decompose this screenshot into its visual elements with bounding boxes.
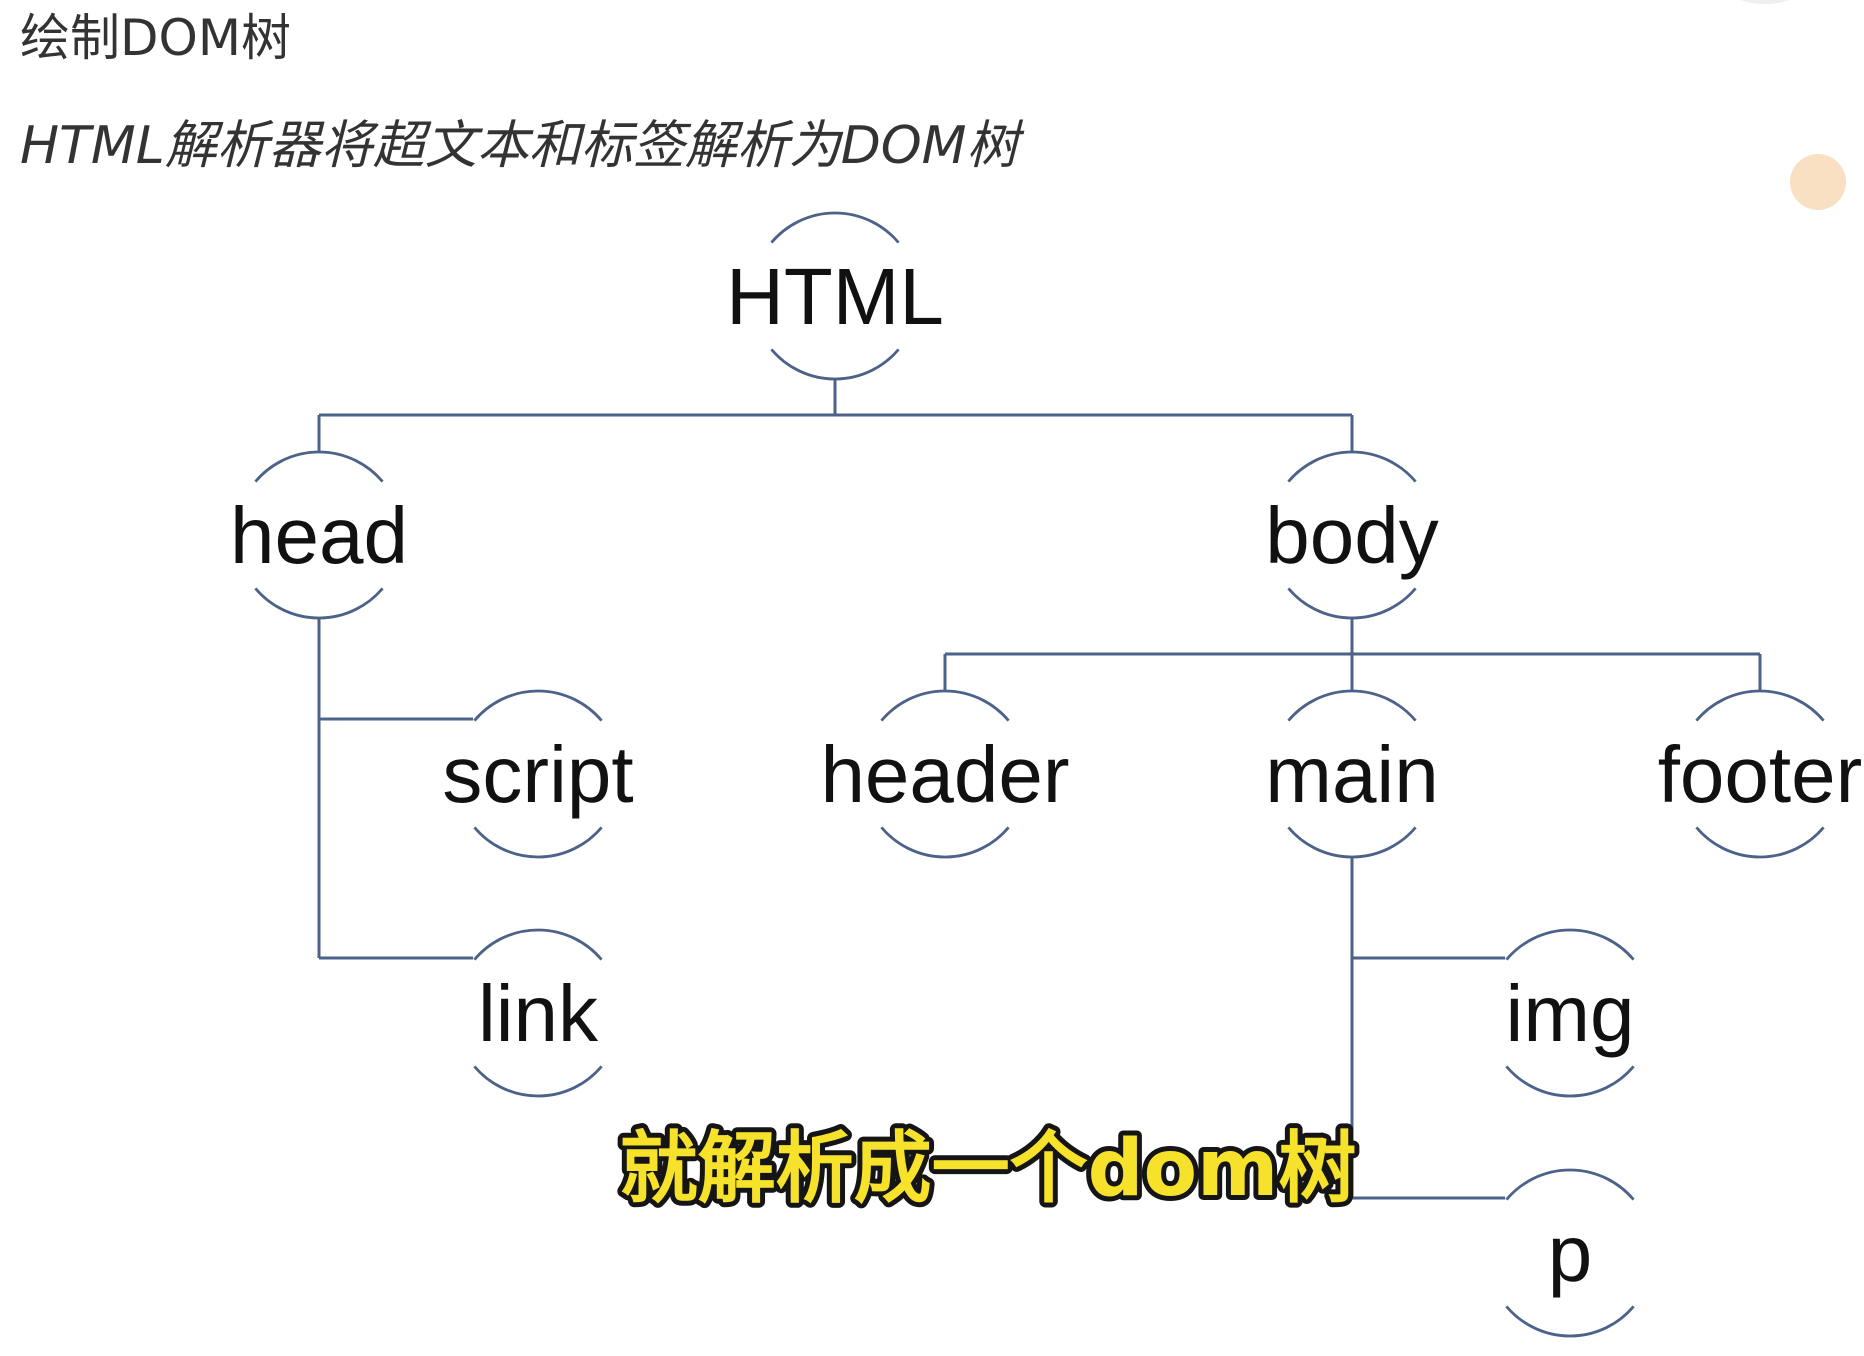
node-arc-top [1505,928,1635,961]
subtitle-caption: 就解析成一个dom树 [620,1124,1357,1214]
node-label-main: main [1265,730,1438,819]
node-arc-top [254,450,384,483]
tree-node-img: img [1505,928,1635,1098]
node-arc-bottom [770,348,900,381]
node-arc-top [1287,689,1417,722]
node-label-body: body [1265,491,1438,580]
node-label-link: link [478,969,599,1058]
node-label-footer: footer [1658,730,1863,819]
node-label-img: img [1506,969,1635,1058]
dom-tree-diagram: HTML head body script link header main footer im… [230,211,1863,1338]
node-arc-bottom [1695,826,1825,859]
tree-node-body: body [1265,450,1439,620]
node-arc-bottom [1505,1065,1635,1098]
tree-node-main: main [1265,689,1439,859]
tree-node-html: HTML [726,211,944,381]
node-arc-top [1287,450,1417,483]
node-arc-bottom [1505,1305,1635,1338]
tree-node-head: head [230,450,408,620]
node-label-p: p [1548,1209,1593,1298]
node-arc-top [880,689,1010,722]
tree-node-script: script [442,689,634,859]
node-arc-top [1505,1168,1635,1201]
node-arc-top [770,211,900,244]
node-label-html: HTML [726,252,944,341]
node-arc-bottom [473,1065,603,1098]
node-arc-top [473,689,603,722]
node-arc-bottom [1287,587,1417,620]
tree-node-header: header [820,689,1070,859]
node-label-script: script [442,730,633,819]
tree-node-footer: footer [1658,689,1863,859]
node-arc-top [473,928,603,961]
node-label-head: head [230,491,408,580]
node-arc-bottom [473,826,603,859]
node-arc-bottom [1287,826,1417,859]
tree-node-link: link [473,928,603,1098]
node-arc-bottom [880,826,1010,859]
tree-node-p: p [1505,1168,1635,1338]
node-arc-top [1695,689,1825,722]
node-label-header: header [820,730,1069,819]
node-arc-bottom [254,587,384,620]
